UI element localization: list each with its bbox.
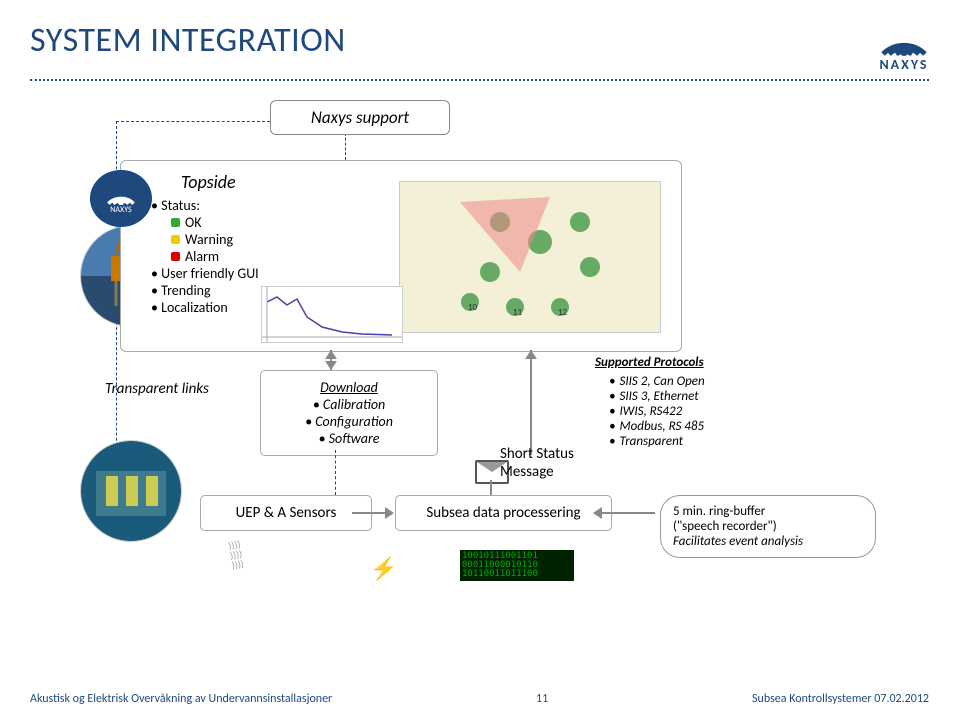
arrow-up-icon [525,350,537,359]
mini-logo: NAXYS [90,170,152,227]
protocol-item: Modbus, RS 485 [609,419,705,434]
ring-buffer-l2: ("speech recorder") [673,519,863,534]
brand-logo: NAXYS [879,20,929,73]
status-warning: Warning [171,231,259,248]
uep-sensors-box: UEP & A Sensors [200,495,372,531]
naxys-support-box: Naxys support [270,100,450,135]
status-ok: OK [171,214,259,231]
subsea-processing-box: Subsea data processering [395,495,612,531]
footer-left: Akustisk og Elektrisk Overvåkning av Und… [30,692,332,706]
subsea-image [80,440,182,542]
arrow-right-icon [385,507,394,519]
protocols-box: Supported Protocols SIIS 2, Can Open SII… [595,355,705,449]
brand-name: NAXYS [879,56,928,73]
topside-box: Topside • Status: OK Warning Alarm • Use… [120,160,682,352]
header-rule [30,79,929,81]
download-item: • Calibration [269,396,429,413]
transparent-links-label: Transparent links [105,380,209,398]
arrow-left-icon [593,507,602,519]
topside-item-trending: • Trending [151,282,259,299]
ring-buffer-box: 5 min. ring-buffer ("speech recorder") F… [660,495,876,558]
layout-diagram: 10 11 12 [399,181,661,333]
status-alarm: Alarm [171,248,259,265]
topside-item-gui: • User friendly GUI [151,265,259,282]
svg-text:10: 10 [468,302,478,313]
topside-title: Topside [181,171,259,193]
connector [335,450,336,495]
connector [345,133,346,160]
binary-icon: 10010111001101 00011000010110 1011001101… [460,550,574,581]
footer-right: Subsea Kontrollsystemer 07.02.2012 [752,692,929,706]
arrow-down-icon [325,361,337,370]
page-number: 11 [536,692,548,706]
status-label: • Status: [151,197,259,214]
connector [595,512,655,514]
download-item: • Software [269,430,429,447]
download-item: • Configuration [269,413,429,430]
connector [530,350,532,455]
bolt-icon: ⚡ [370,555,397,582]
protocol-item: IWIS, RS422 [609,404,705,419]
arrow-up-icon [325,350,337,359]
protocol-item: Transparent [609,434,705,449]
footer: Akustisk og Elektrisk Overvåkning av Und… [30,692,929,706]
svg-text:12: 12 [558,307,568,318]
ring-buffer-l1: 5 min. ring-buffer [673,504,863,519]
protocols-header: Supported Protocols [595,355,705,370]
page-title: SYSTEM INTEGRATION [30,20,346,61]
protocol-item: SIIS 2, Can Open [609,374,705,389]
protocol-item: SIIS 3, Ethernet [609,389,705,404]
svg-text:11: 11 [513,307,523,318]
download-title: Download [269,379,429,396]
download-box: Download • Calibration • Configuration •… [260,370,438,456]
short-status-label: Short StatusMessage [500,445,574,481]
connector [116,121,270,122]
acoustic-wave-icon: )))))))))))) [227,539,244,571]
topside-item-localization: • Localization [151,299,259,316]
ring-buffer-l3: Facilitates event analysis [673,534,863,549]
connector [490,480,492,495]
trend-chart [261,286,403,343]
